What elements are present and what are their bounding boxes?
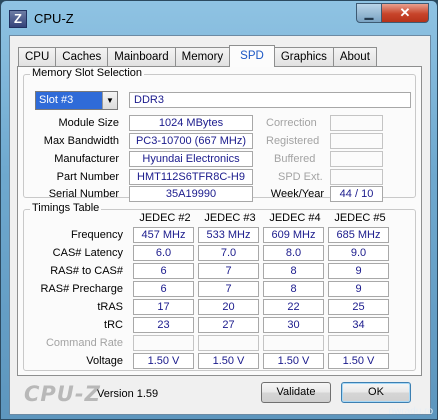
timing-cell: 22 — [263, 299, 324, 315]
buffered-label: Buffered — [274, 153, 316, 165]
timing-cell: 9 — [328, 281, 389, 297]
timing-column-header: JEDEC #5 — [334, 212, 386, 224]
ok-button[interactable]: OK — [341, 382, 411, 403]
registered-value — [330, 133, 383, 149]
timing-column-header: JEDEC #4 — [269, 212, 321, 224]
timing-cell: 8.0 — [263, 245, 324, 261]
cpu-z-window: Z CPU-Z ▁ ✕ CPU Caches Mainboard Memory … — [0, 0, 438, 420]
timing-cell: 27 — [198, 317, 259, 333]
tab-about[interactable]: About — [332, 47, 377, 67]
spd-tab-panel: Memory Slot Selection Slot #3 ▼ DDR3 Mod… — [17, 66, 422, 376]
close-icon: ✕ — [399, 5, 411, 20]
minimize-button[interactable]: ▁ — [356, 3, 382, 23]
version-label: Version 1.59 — [97, 388, 159, 400]
module-size-label: Module Size — [58, 117, 119, 129]
timing-cell: 8 — [263, 281, 324, 297]
timing-row-label: tRAS — [97, 301, 123, 313]
timing-cell — [263, 335, 324, 351]
tab-graphics[interactable]: Graphics — [273, 47, 334, 67]
timing-cell — [328, 335, 389, 351]
part-number-value: HMT112S6TFR8C-H9 — [129, 169, 253, 185]
timing-cell — [198, 335, 259, 351]
correction-value — [330, 115, 383, 131]
timing-cell: 20 — [198, 299, 259, 315]
cpu-z-logo: CPU-Z — [24, 382, 101, 406]
max-bandwidth-label: Max Bandwidth — [43, 135, 119, 147]
tab-mainboard[interactable]: Mainboard — [107, 47, 176, 67]
module-size-value: 1024 MBytes — [129, 115, 253, 131]
timing-cell: 685 MHz — [328, 227, 389, 243]
part-number-label: Part Number — [56, 171, 119, 183]
timings-table-title: Timings Table — [30, 202, 102, 214]
watermark-text: nwradu.ro — [388, 406, 433, 417]
timing-cell: 23 — [133, 317, 194, 333]
timing-cell: 7.0 — [198, 245, 259, 261]
timing-row-label: Command Rate — [45, 337, 123, 349]
manufacturer-label: Manufacturer — [54, 153, 119, 165]
timing-cell: 30 — [263, 317, 324, 333]
serial-number-label: Serial Number — [48, 188, 119, 200]
timing-row-label: tRC — [104, 319, 123, 331]
client-area: CPU Caches Mainboard Memory SPD Graphics… — [9, 35, 431, 415]
correction-label: Correction — [266, 117, 317, 129]
timing-cell: 1.50 V — [198, 353, 259, 369]
timing-column-header: JEDEC #2 — [139, 212, 191, 224]
timing-cell: 7 — [198, 281, 259, 297]
timing-row-label: RAS# to CAS# — [50, 265, 123, 277]
timing-cell: 1.50 V — [328, 353, 389, 369]
timing-cell — [133, 335, 194, 351]
tab-caches[interactable]: Caches — [55, 47, 109, 67]
memory-slot-selection-title: Memory Slot Selection — [30, 67, 145, 79]
timing-cell: 8 — [263, 263, 324, 279]
week-year-label: Week/Year — [270, 188, 324, 200]
memory-type-value: DDR3 — [129, 92, 411, 108]
timing-cell: 457 MHz — [133, 227, 194, 243]
timing-cell: 1.50 V — [133, 353, 194, 369]
minimize-icon: ▁ — [364, 7, 374, 20]
tab-spd[interactable]: SPD — [229, 45, 275, 67]
timing-cell: 25 — [328, 299, 389, 315]
tab-strip: CPU Caches Mainboard Memory SPD Graphics… — [18, 45, 377, 67]
timing-row-label: Voltage — [86, 355, 123, 367]
memory-slot-selection-group: Memory Slot Selection Slot #3 ▼ DDR3 Mod… — [23, 67, 416, 202]
timing-cell: 6 — [133, 263, 194, 279]
close-button[interactable]: ✕ — [381, 3, 429, 23]
timing-cell: 17 — [133, 299, 194, 315]
buffered-value — [330, 151, 383, 167]
spd-ext-label: SPD Ext. — [278, 171, 323, 183]
validate-button[interactable]: Validate — [261, 382, 331, 403]
week-year-value: 44 / 10 — [330, 186, 383, 202]
tab-memory[interactable]: Memory — [174, 47, 231, 67]
timing-row-label: RAS# Precharge — [40, 283, 123, 295]
timing-cell: 6.0 — [133, 245, 194, 261]
timing-row-label: CAS# Latency — [52, 247, 123, 259]
timing-cell: 9 — [328, 263, 389, 279]
slot-select-value: Slot #3 — [39, 94, 74, 106]
timing-cell: 533 MHz — [198, 227, 259, 243]
timing-cell: 7 — [198, 263, 259, 279]
timing-cell: 9.0 — [328, 245, 389, 261]
timing-cell: 1.50 V — [263, 353, 324, 369]
timing-cell: 34 — [328, 317, 389, 333]
tab-cpu[interactable]: CPU — [18, 47, 57, 67]
serial-number-value: 35A19990 — [129, 186, 253, 202]
window-title: CPU-Z — [34, 11, 74, 26]
manufacturer-value: Hyundai Electronics — [129, 151, 253, 167]
title-bar[interactable]: Z CPU-Z ▁ ✕ — [1, 1, 437, 35]
timing-cell: 609 MHz — [263, 227, 324, 243]
chevron-down-icon[interactable]: ▼ — [102, 92, 117, 109]
spd-ext-value — [330, 169, 383, 185]
cpu-z-app-icon: Z — [9, 10, 27, 28]
timing-column-header: JEDEC #3 — [204, 212, 256, 224]
max-bandwidth-value: PC3-10700 (667 MHz) — [129, 133, 253, 149]
timing-cell: 6 — [133, 281, 194, 297]
slot-select[interactable]: Slot #3 ▼ — [35, 91, 118, 110]
timings-table-group: Timings Table JEDEC #2 JEDEC #3 JEDEC #4 JE… — [23, 202, 416, 371]
timing-row-label: Frequency — [71, 229, 123, 241]
registered-label: Registered — [266, 135, 320, 147]
